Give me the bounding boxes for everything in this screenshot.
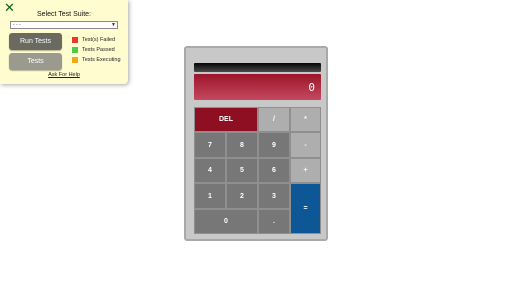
- subtract-button[interactable]: -: [290, 132, 321, 158]
- legend-executing-label: Tests Executing: [82, 56, 121, 63]
- legend-passed-label: Tests Passed: [82, 46, 115, 53]
- one-button[interactable]: 1: [194, 183, 226, 209]
- chevron-down-icon: ▼: [111, 22, 116, 28]
- suite-select-dropdown[interactable]: - - - ▼: [10, 21, 118, 29]
- eight-button[interactable]: 8: [226, 132, 258, 158]
- test-suite-panel: ✕ Select Test Suite: - - - ▼ Run Tests T…: [0, 0, 128, 84]
- suite-select-value: - - -: [13, 22, 21, 28]
- add-button[interactable]: +: [290, 158, 321, 183]
- four-button[interactable]: 4: [194, 158, 226, 183]
- run-tests-button[interactable]: Run Tests: [9, 33, 62, 50]
- result-display: 0: [194, 74, 321, 100]
- zero-button[interactable]: 0: [194, 209, 258, 234]
- passed-swatch-icon: [72, 46, 78, 53]
- suite-select-label: Select Test Suite:: [37, 11, 91, 18]
- tests-button[interactable]: Tests: [9, 53, 62, 70]
- divide-button[interactable]: /: [258, 107, 290, 132]
- executing-swatch-icon: [72, 56, 78, 63]
- ask-for-help-link[interactable]: Ask For Help: [0, 72, 128, 78]
- nine-button[interactable]: 9: [258, 132, 290, 158]
- multiply-button[interactable]: *: [290, 107, 321, 132]
- formula-display: [194, 63, 321, 72]
- six-button[interactable]: 6: [258, 158, 290, 183]
- del-button[interactable]: DEL: [194, 107, 258, 132]
- failed-swatch-icon: [72, 36, 78, 43]
- seven-button[interactable]: 7: [194, 132, 226, 158]
- three-button[interactable]: 3: [258, 183, 290, 209]
- legend-failed-label: Test(s) Failed: [82, 36, 116, 43]
- two-button[interactable]: 2: [226, 183, 258, 209]
- calculator: 0 DEL / * 7 8 9 - 4 5 6 + 1 2 3 = 0 .: [184, 46, 328, 241]
- decimal-button[interactable]: .: [258, 209, 290, 234]
- legend-executing: Tests Executing: [72, 56, 121, 63]
- legend-failed: Test(s) Failed: [72, 36, 115, 43]
- five-button[interactable]: 5: [226, 158, 258, 183]
- legend-passed: Tests Passed: [72, 46, 115, 53]
- equals-button[interactable]: =: [290, 183, 321, 234]
